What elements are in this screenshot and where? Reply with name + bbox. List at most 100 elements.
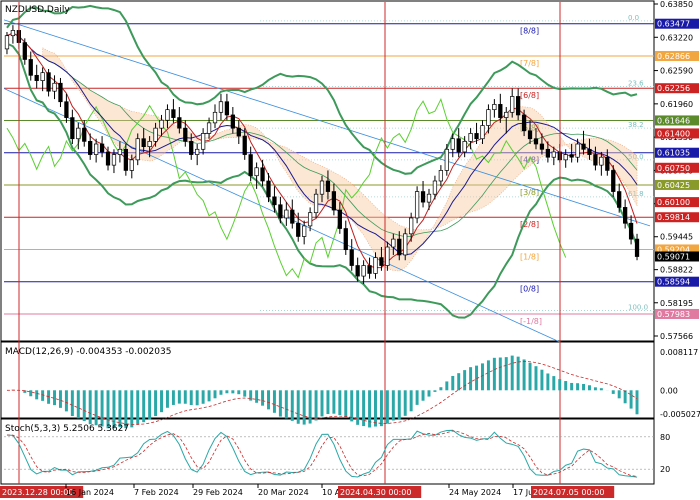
candle-body (325, 180, 331, 192)
candle-body (623, 207, 628, 224)
symbol-title: NZDUSD,Daily (5, 5, 70, 15)
candle-body (46, 72, 51, 92)
candle-body (70, 117, 75, 140)
candle-body (177, 117, 182, 129)
macd-label: MACD(12,26,9) -0.004353 -0.002035 (5, 347, 171, 357)
candle-body (498, 104, 503, 118)
candle-body (88, 141, 93, 155)
candle-body (313, 193, 319, 214)
stoch-tick-label: 20 (660, 465, 670, 474)
candle-body (236, 127, 241, 137)
candle-body (527, 130, 533, 140)
price-tick-label: 0.58822 (660, 266, 693, 275)
candle-body (605, 156, 610, 171)
candle-body (628, 222, 634, 240)
candle-body (468, 133, 473, 142)
candle-body (319, 180, 325, 195)
candle-body (391, 238, 396, 248)
chart-canvas[interactable]: [8/8][7/8][6/8][5/8][4/8][3/8][2/8][1/8]… (0, 0, 700, 500)
candle-body (521, 114, 527, 132)
time-tick-label: 24 May 2024 (449, 488, 501, 497)
price-highlight-label: 0.58594 (657, 278, 690, 287)
candle-body (331, 191, 337, 211)
price-tick-label: 0.58195 (660, 299, 693, 308)
price-highlight-label: 0.61035 (657, 149, 690, 158)
candle-body (379, 257, 384, 266)
candle-body (307, 212, 313, 227)
candle-body (432, 180, 438, 195)
candle-body (260, 167, 265, 182)
candle-body (510, 96, 515, 113)
candle-body (212, 111, 218, 124)
candle-body (599, 156, 604, 166)
time-tick-label: 29 Feb 2024 (193, 488, 243, 497)
candle-body (403, 233, 408, 256)
candle-body (165, 109, 170, 121)
candle-body (302, 225, 307, 237)
stoch-panel[interactable]: 80 20 (4, 429, 670, 478)
candle-body (135, 138, 140, 161)
candle-body (123, 148, 128, 171)
candle-body (474, 133, 479, 140)
time-tick-label: 16 Jan 2024 (66, 488, 114, 497)
candle-body (551, 151, 556, 158)
candle-body (414, 191, 420, 219)
stoch-d-line (6, 430, 638, 477)
candle-body (545, 148, 551, 158)
price-tick-label: 0.59445 (660, 233, 693, 242)
price-tick-label: 0.57566 (660, 332, 693, 341)
candle-body (242, 135, 247, 155)
price-tick-label: 0.61960 (660, 100, 693, 109)
price-highlight-label: 0.59071 (657, 252, 690, 261)
candle-body (189, 141, 194, 155)
candle-body (373, 257, 378, 274)
murrey-level-label: [8/8] (520, 27, 539, 36)
price-highlight-label: 0.63477 (657, 20, 690, 29)
time-highlight-label: 2024.07.05 00:00 (533, 488, 604, 497)
candle-body (533, 138, 539, 145)
candle-body (539, 143, 545, 150)
candle-body (456, 138, 461, 153)
candle-body (183, 127, 188, 142)
fib-level-label: 100.0 (628, 303, 648, 311)
candle-body (420, 191, 426, 203)
price-highlight-label: 0.62866 (657, 52, 690, 61)
candle-body (111, 154, 117, 166)
candle-body (171, 109, 176, 118)
candle-body (634, 238, 640, 257)
candle-body (450, 138, 455, 150)
price-highlight-label: 0.59814 (657, 213, 690, 222)
time-axis: 2023.12.28 00:0016 Jan 2024 7 Feb 2024 29 … (0, 484, 615, 498)
macd-tick-label: 0.00 (660, 386, 678, 395)
candle-body (10, 30, 16, 37)
candle-body (99, 143, 105, 153)
candle-body (141, 138, 146, 147)
candle-body (444, 148, 449, 171)
murrey-level-label: [0/8] (520, 285, 539, 294)
candle-body (254, 167, 259, 177)
candle-body (4, 35, 10, 50)
candle-body (355, 265, 360, 277)
murrey-level-label: [-1/8] (520, 317, 542, 326)
murrey-level-label: [7/8] (520, 59, 539, 68)
trading-chart-window[interactable]: [8/8][7/8][6/8][5/8][4/8][3/8][2/8][1/8]… (0, 0, 700, 500)
price-highlight-label: 0.60425 (657, 181, 690, 190)
candle-body (266, 180, 271, 198)
stoch-tick-label: 80 (660, 433, 670, 442)
candle-body (563, 154, 568, 161)
candle-body (93, 143, 99, 155)
murrey-level-label: [1/8] (520, 252, 539, 261)
candle-body (492, 104, 497, 111)
candle-body (153, 127, 158, 142)
candle-body (129, 159, 134, 171)
macd-tick-label: -0.005027 (660, 410, 700, 419)
candle-body (159, 119, 164, 129)
candle-body (462, 141, 467, 153)
candle-body (58, 82, 63, 103)
stoch-label: Stoch(5,3,3) 5.2506 5.3627 (5, 424, 129, 434)
macd-panel[interactable]: 0.008117 0.00 -0.005027 (6, 348, 700, 429)
candle-body (105, 151, 111, 166)
candle-body (117, 148, 123, 155)
candle-body (64, 101, 69, 118)
candle-body (200, 133, 206, 150)
